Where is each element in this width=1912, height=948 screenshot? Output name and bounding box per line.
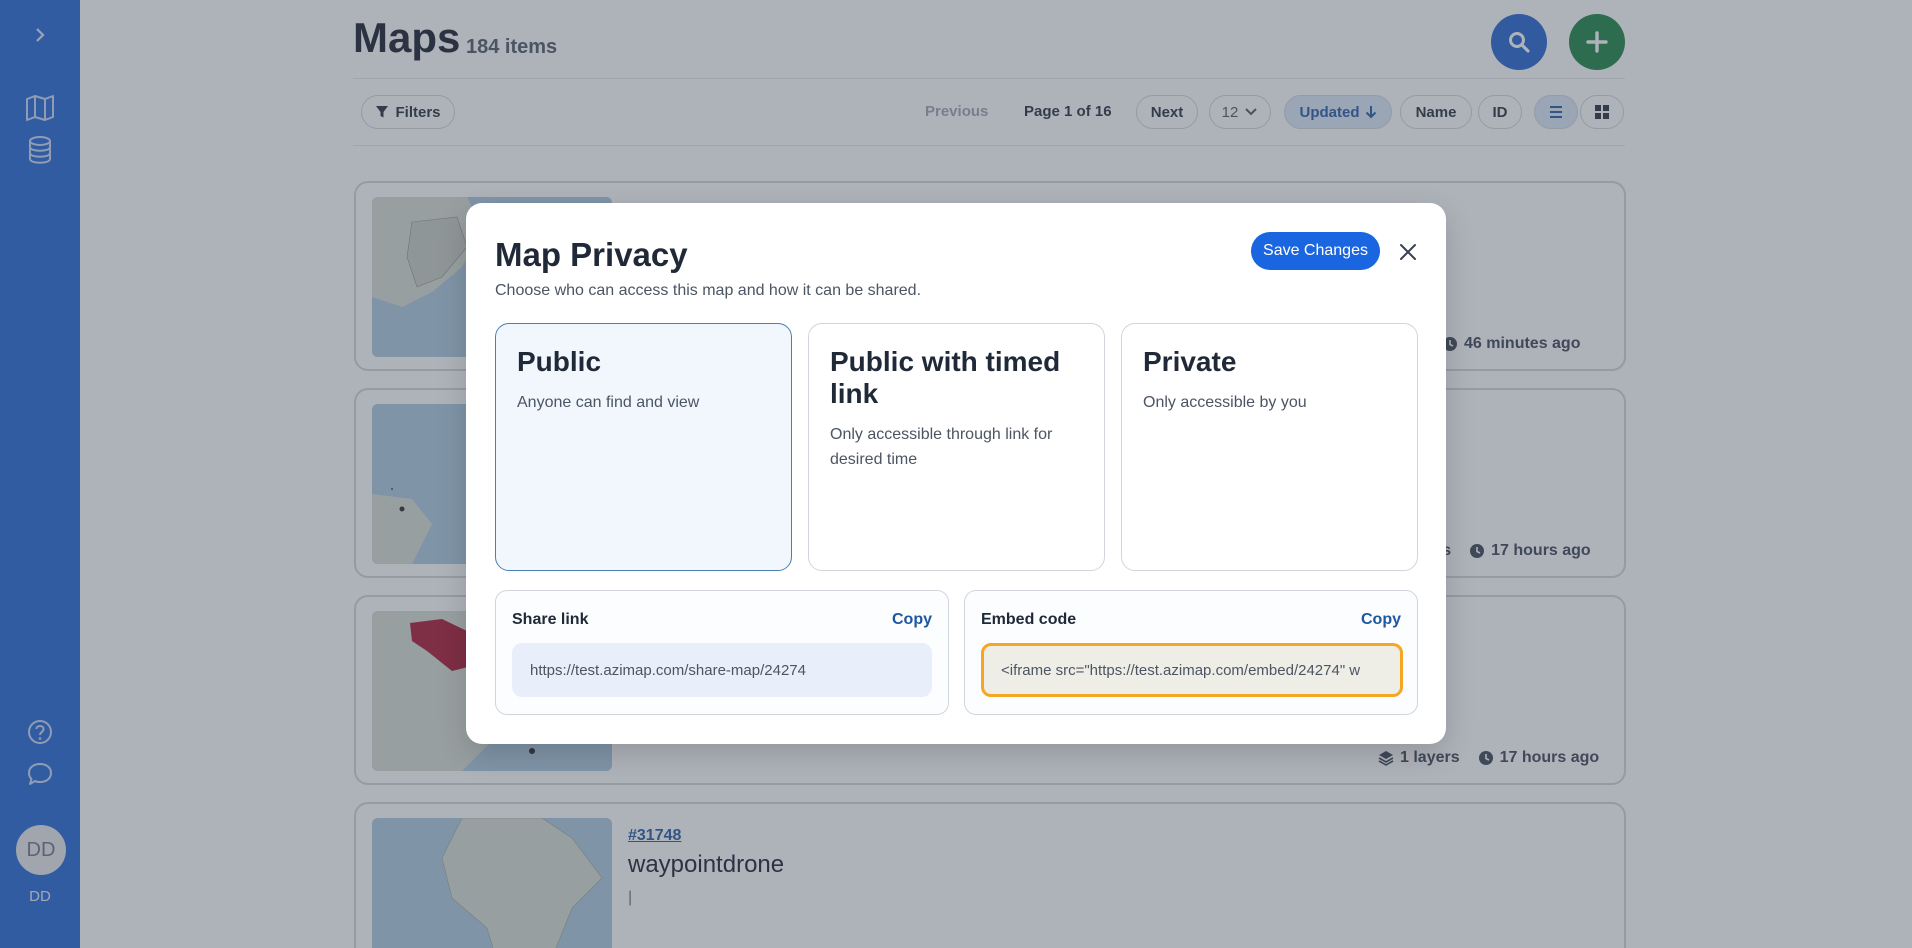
map-privacy-dialog: Map Privacy Choose who can access this m… — [466, 203, 1446, 744]
option-description: Only accessible by you — [1143, 394, 1307, 411]
share-link-field[interactable]: https://test.azimap.com/share-map/24274 — [512, 643, 932, 697]
copy-share-link-button[interactable]: Copy — [892, 611, 932, 629]
option-title: Public with timed link — [830, 346, 1061, 409]
privacy-option-timed-link[interactable]: Public with timed link Only accessible t… — [808, 323, 1105, 571]
embed-code-field[interactable]: <iframe src="https://test.azimap.com/emb… — [981, 643, 1403, 697]
option-title: Private — [1143, 346, 1237, 377]
close-button[interactable] — [1393, 237, 1423, 267]
share-link-label: Share link — [512, 611, 589, 628]
option-description: Only accessible through link for desired… — [830, 426, 1053, 468]
option-description: Anyone can find and view — [517, 394, 700, 411]
embed-code-label: Embed code — [981, 611, 1077, 628]
privacy-option-private[interactable]: Private Only accessible by you — [1121, 323, 1418, 571]
privacy-option-public[interactable]: Public Anyone can find and view — [495, 323, 792, 571]
share-link-panel: Share link Copy https://test.azimap.com/… — [495, 590, 949, 715]
copy-embed-code-button[interactable]: Copy — [1361, 611, 1401, 629]
option-title: Public — [517, 346, 602, 377]
embed-code-panel: Embed code Copy <iframe src="https://tes… — [964, 590, 1418, 715]
save-changes-button[interactable]: Save Changes — [1251, 232, 1380, 270]
close-icon — [1400, 244, 1416, 260]
modal-subtitle: Choose who can access this map and how i… — [495, 282, 922, 299]
modal-title: Map Privacy — [495, 236, 688, 273]
